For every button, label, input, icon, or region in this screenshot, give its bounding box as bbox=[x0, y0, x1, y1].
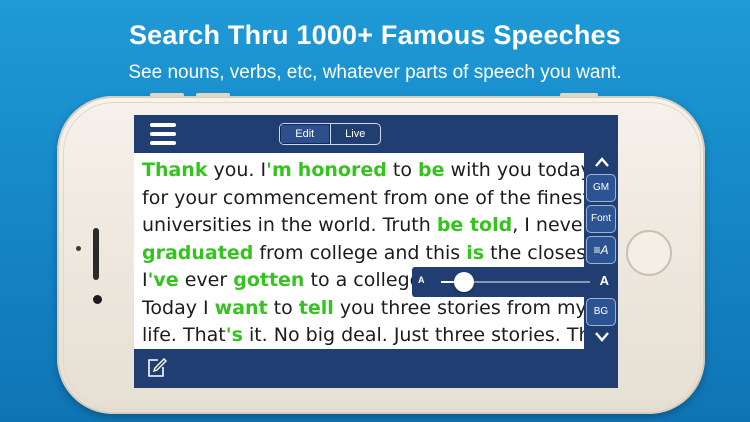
proximity-sensor bbox=[76, 246, 81, 251]
small-font-label: A bbox=[418, 275, 425, 285]
plain-text: ever bbox=[178, 269, 234, 291]
highlighted-word: honored bbox=[297, 159, 387, 181]
plain-text: , I never bbox=[512, 214, 589, 236]
speech-text: Thank you. I'm honored to be with you to… bbox=[142, 157, 589, 349]
earpiece-speaker bbox=[93, 228, 99, 280]
volume-up-button bbox=[150, 93, 184, 97]
plain-text: universities in the world. Truth bbox=[142, 214, 437, 236]
segment-live[interactable]: Live bbox=[331, 124, 381, 144]
plain-text: from college and this bbox=[253, 241, 467, 264]
compose-edit-icon[interactable] bbox=[146, 357, 168, 379]
font-size-slider-popup: A A bbox=[412, 267, 617, 297]
segment-edit[interactable]: Edit bbox=[280, 124, 331, 144]
plain-text: to bbox=[386, 159, 418, 181]
highlighted-word: 'm bbox=[266, 159, 292, 181]
highlighted-word: is bbox=[466, 241, 485, 264]
speech-line: Today I want to tell you three stories f… bbox=[142, 295, 589, 323]
slider-knob[interactable] bbox=[454, 272, 474, 292]
speech-line: life. That's it. No big deal. Just three… bbox=[142, 322, 589, 349]
large-font-label: A bbox=[599, 273, 609, 288]
plain-text: Today I bbox=[142, 296, 215, 319]
chevron-up-icon[interactable] bbox=[594, 155, 610, 171]
app-screen: Edit Live Thank you. I'm honored to be w… bbox=[134, 115, 618, 388]
highlighted-word: Thank bbox=[142, 159, 208, 181]
volume-down-button bbox=[196, 93, 230, 97]
speech-line: Thank you. I'm honored to be with you to… bbox=[142, 157, 589, 185]
plain-text: life. That bbox=[142, 324, 226, 346]
speech-text-area[interactable]: Thank you. I'm honored to be with you to… bbox=[134, 153, 589, 349]
highlighted-word: gotten bbox=[233, 269, 305, 291]
highlighted-word: graduated bbox=[142, 241, 254, 264]
bottom-bar bbox=[134, 349, 618, 388]
front-camera bbox=[93, 295, 102, 304]
plain-text: with you today bbox=[444, 159, 589, 181]
top-bar: Edit Live bbox=[134, 115, 618, 153]
highlighted-word: be bbox=[417, 159, 445, 181]
headline: Search Thru 1000+ Famous Speeches bbox=[128, 20, 622, 50]
highlighted-word: 's bbox=[225, 324, 243, 346]
gm-button[interactable]: GM bbox=[586, 174, 616, 202]
highlighted-word: 've bbox=[147, 269, 179, 291]
speech-line: graduated from college and this is the c… bbox=[142, 240, 589, 268]
chevron-down-icon[interactable] bbox=[594, 330, 610, 346]
plain-text: for your commencement from one of the fi… bbox=[142, 186, 589, 209]
text-size-button[interactable]: ≡A bbox=[586, 236, 616, 264]
home-button[interactable] bbox=[626, 230, 672, 276]
speech-line: for your commencement from one of the fi… bbox=[142, 185, 589, 213]
highlighted-word: want bbox=[214, 296, 268, 319]
font-button[interactable]: Font bbox=[586, 205, 616, 233]
plain-text: the closest bbox=[484, 241, 589, 264]
subheadline: See nouns, verbs, etc, whatever parts of… bbox=[128, 62, 622, 83]
highlighted-word: tell bbox=[298, 296, 334, 319]
power-button bbox=[560, 93, 598, 97]
plain-text: you. I bbox=[207, 159, 267, 181]
hamburger-menu-icon[interactable] bbox=[150, 123, 176, 145]
speech-line: universities in the world. Truth be told… bbox=[142, 212, 589, 240]
mode-segmented-control[interactable]: Edit Live bbox=[279, 123, 381, 145]
plain-text: you three stories from my bbox=[333, 296, 587, 319]
highlighted-word: be told bbox=[436, 214, 513, 236]
plain-text: it. No big deal. Just three stories. The bbox=[242, 324, 589, 346]
bg-button[interactable]: BG bbox=[586, 298, 616, 326]
plain-text: to bbox=[267, 296, 299, 319]
